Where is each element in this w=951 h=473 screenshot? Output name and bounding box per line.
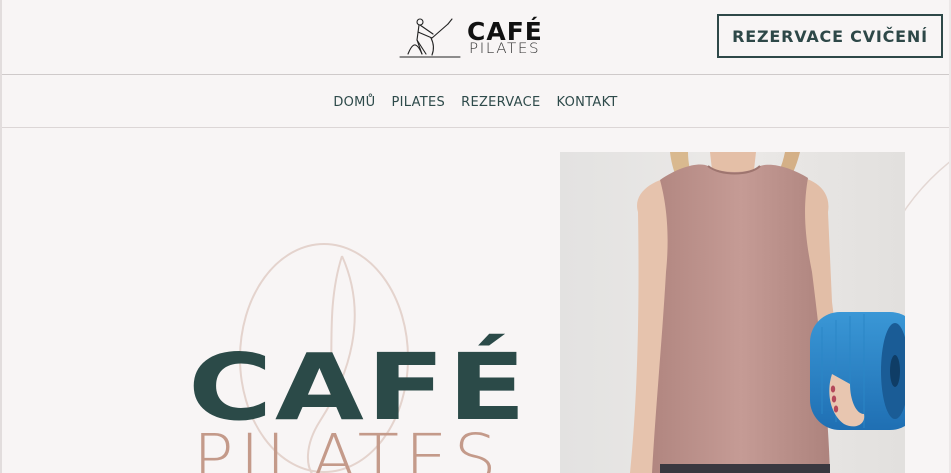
- main-navigation: DOMŮ PILATES REZERVACE KONTAKT: [2, 75, 949, 128]
- nav-list: DOMŮ PILATES REZERVACE KONTAKT: [2, 75, 949, 127]
- logo-subtitle: PILATES: [469, 41, 541, 57]
- nav-item-reservation[interactable]: REZERVACE: [461, 93, 540, 110]
- nav-item-home[interactable]: DOMŮ: [333, 93, 375, 110]
- brand-logo[interactable]: CAFÉ PILATES: [398, 14, 568, 60]
- hero-section: CAFÉ PILATES: [2, 128, 949, 473]
- nav-item-contact[interactable]: KONTAKT: [557, 93, 618, 110]
- woman-holding-yoga-mat-photo: [560, 152, 905, 473]
- site-header: CAFÉ PILATES REZERVACE CVIČENÍ: [2, 0, 949, 75]
- pilates-figure-icon: [399, 18, 461, 58]
- book-class-button[interactable]: REZERVACE CVIČENÍ: [717, 14, 943, 58]
- nav-item-pilates[interactable]: PILATES: [392, 93, 446, 110]
- hero-photo: [560, 152, 905, 473]
- hero-subtitle: PILATES: [193, 420, 503, 473]
